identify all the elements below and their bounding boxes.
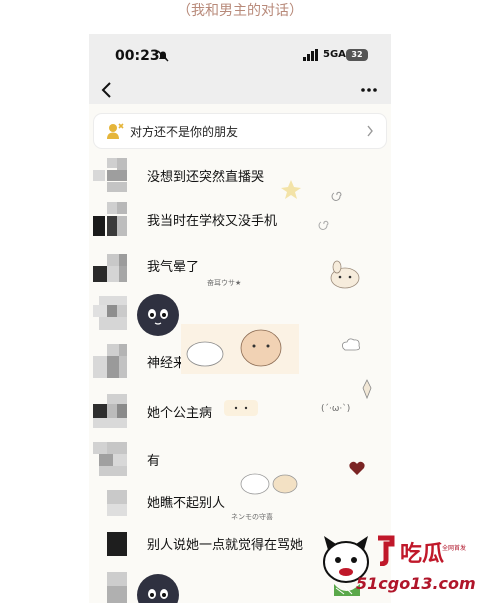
- watermark: 吃瓜 全网首发 51cgo13.com: [318, 530, 480, 603]
- hook-logo-icon: [378, 535, 395, 566]
- status-time: 00:23: [115, 48, 160, 64]
- battery-icon: 32: [346, 49, 368, 61]
- not-friend-banner[interactable]: 对方还不是你的朋友: [94, 114, 386, 148]
- status-bar: 00:23 5GA 32: [89, 34, 391, 78]
- avatar[interactable]: [93, 484, 127, 518]
- message-row: 我当时在学校又没手机: [89, 200, 391, 240]
- watermark-site: 51cgo13.com: [356, 574, 476, 593]
- swirl-doodle-icon: [331, 191, 342, 201]
- cute-face-icon: [148, 589, 168, 599]
- watermark-small: 全网首发: [442, 545, 467, 552]
- cute-face-icon: [148, 309, 168, 325]
- emoji-sticker-icon: [224, 400, 258, 416]
- message-text: 她个公主病: [147, 406, 213, 421]
- sticker-caption: (´·ω·`): [321, 404, 351, 414]
- banner-text: 对方还不是你的朋友: [130, 125, 239, 139]
- chevron-right-icon: [367, 125, 373, 137]
- add-friend-icon: [107, 123, 124, 139]
- watermark-title: 吃瓜: [400, 542, 445, 567]
- avatar[interactable]: [93, 248, 127, 282]
- signal-icon: [303, 49, 318, 61]
- avatar[interactable]: [93, 344, 127, 378]
- avatar[interactable]: [93, 570, 127, 603]
- avatar[interactable]: [93, 394, 127, 428]
- swirl-doodle-icon: [318, 220, 329, 230]
- cloud-doodle-icon: [342, 338, 360, 351]
- back-icon[interactable]: [98, 80, 116, 100]
- message-text: 别人说她一点就觉得在骂她: [147, 538, 304, 553]
- message-text: 她瞧不起别人: [147, 496, 226, 511]
- avatar[interactable]: [93, 526, 127, 560]
- caption: （我和男主的对话）: [177, 3, 303, 19]
- animal-sticker-icon: [240, 473, 298, 495]
- message-text: 我气晕了: [147, 260, 200, 275]
- star-doodle-icon: [281, 180, 301, 199]
- avatar[interactable]: [93, 202, 127, 236]
- more-icon[interactable]: [359, 80, 379, 100]
- heart-doodle-icon: [349, 461, 365, 475]
- rocket-doodle-icon: [362, 379, 372, 400]
- bunny-doodle-icon: [330, 260, 360, 289]
- mute-bell-icon: [157, 50, 169, 62]
- network-type: 5GA: [323, 49, 346, 60]
- avatar[interactable]: [93, 158, 127, 192]
- message-text: 有: [147, 454, 161, 469]
- message-text: 没想到还突然直播哭: [147, 170, 265, 185]
- bear-sticker-icon: [181, 324, 299, 374]
- message-text: 我当时在学校又没手机: [147, 214, 278, 229]
- phone-screenshot: 00:23 5GA 32 对方还不是你的朋友 没想到还突然直播哭 我当时在学校又…: [89, 34, 391, 603]
- sticker-face: [137, 294, 179, 336]
- sticker-caption: 奋耳ウサ★: [207, 279, 242, 287]
- sticker-caption: ネンモの守喜: [231, 513, 273, 521]
- avatar[interactable]: [93, 442, 127, 476]
- nav-bar: [89, 78, 391, 104]
- sticker-face: [137, 574, 179, 603]
- avatar[interactable]: [93, 296, 127, 330]
